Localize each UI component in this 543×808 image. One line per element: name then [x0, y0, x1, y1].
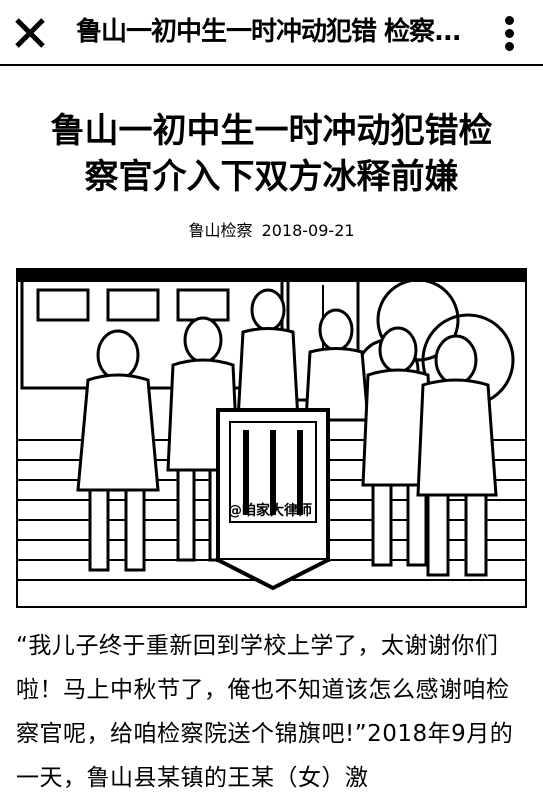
close-button[interactable]	[8, 13, 52, 53]
more-options-button[interactable]	[497, 10, 521, 56]
close-icon	[15, 18, 45, 48]
article-title: 鲁山一初中生一时冲动犯错检察官介入下双方冰释前嫌	[50, 111, 493, 197]
photo-watermark: @咱家大律师	[228, 503, 312, 519]
article-photo[interactable]	[16, 268, 527, 608]
photo-illustration	[18, 270, 525, 606]
topbar-title: 鲁山一初中生一时冲动犯错 检察...	[76, 17, 462, 47]
article-source[interactable]: 鲁山检察	[188, 221, 252, 240]
article-body: “我儿子终于重新回到学校上学了，太谢谢你们啦！马上中秋节了，俺也不知道该怎么感谢…	[16, 633, 514, 791]
article-meta: 鲁山检察 2018-09-21	[0, 219, 543, 243]
more-dot	[504, 28, 514, 38]
article-date: 2018-09-21	[261, 221, 355, 240]
more-dot	[504, 41, 514, 51]
more-vertical-icon	[504, 15, 514, 25]
top-nav-bar: 鲁山一初中生一时冲动犯错 检察...	[0, 0, 543, 66]
